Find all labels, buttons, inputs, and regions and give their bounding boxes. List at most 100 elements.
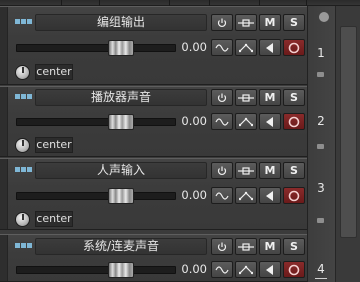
- envelope-button[interactable]: [235, 113, 257, 130]
- wave-button[interactable]: [211, 261, 233, 278]
- track-icon: [15, 167, 35, 175]
- envelope-button[interactable]: [235, 187, 257, 204]
- power-icon: [217, 93, 227, 102]
- envelope-button[interactable]: [235, 261, 257, 278]
- record-icon: [288, 116, 300, 127]
- route-icon: [238, 18, 254, 27]
- track-panel-1: 编组输出 0.00 center M S: [0, 6, 307, 85]
- envelope-button[interactable]: [235, 39, 257, 56]
- record-button[interactable]: [283, 39, 305, 56]
- track-panel-4: 系统/连麦声音 0.00 M S: [0, 234, 307, 282]
- wave-icon: [215, 117, 229, 126]
- track-name[interactable]: 系统/连麦声音: [35, 238, 207, 255]
- mute-button[interactable]: M: [259, 14, 281, 31]
- record-button[interactable]: [283, 187, 305, 204]
- track-icon: [15, 94, 35, 102]
- play-button[interactable]: [259, 187, 281, 204]
- play-icon: [266, 116, 273, 127]
- envelope-icon: [239, 117, 253, 126]
- mute-button[interactable]: M: [259, 238, 281, 255]
- wave-icon: [215, 191, 229, 200]
- pan-value: center: [35, 211, 73, 227]
- volume-value: 0.00: [181, 40, 207, 54]
- solo-button[interactable]: S: [283, 162, 305, 179]
- track-name[interactable]: 播放器声音: [35, 89, 207, 106]
- folder-icon: [317, 72, 324, 77]
- folder-icon: [317, 218, 324, 223]
- collapse-dot-icon[interactable]: [319, 12, 329, 22]
- pan-value: center: [35, 137, 73, 153]
- track-number: 4: [317, 262, 325, 276]
- track-number-cell-2[interactable]: 2: [307, 86, 335, 157]
- volume-value: 0.00: [181, 262, 207, 276]
- power-button[interactable]: [211, 89, 233, 106]
- power-button[interactable]: [211, 162, 233, 179]
- power-icon: [217, 166, 227, 175]
- record-button[interactable]: [283, 113, 305, 130]
- power-icon: [217, 242, 227, 251]
- play-icon: [266, 190, 273, 201]
- record-button[interactable]: [283, 261, 305, 278]
- fader-handle[interactable]: [108, 40, 134, 56]
- pan-knob-icon[interactable]: [15, 138, 30, 153]
- record-icon: [288, 42, 300, 53]
- folder-icon: [317, 144, 324, 149]
- envelope-icon: [239, 43, 253, 52]
- route-button[interactable]: [235, 14, 257, 31]
- solo-button[interactable]: S: [283, 89, 305, 106]
- power-button[interactable]: [211, 14, 233, 31]
- volume-value: 0.00: [181, 188, 207, 202]
- track-panel-3: 人声输入 0.00 center M S: [0, 158, 307, 230]
- volume-fader[interactable]: [16, 118, 176, 126]
- track-panel-2: 播放器声音 0.00 center M S: [0, 86, 307, 157]
- volume-value: 0.00: [181, 114, 207, 128]
- play-button[interactable]: [259, 113, 281, 130]
- track-number: 2: [317, 114, 325, 128]
- volume-fader[interactable]: [16, 44, 176, 52]
- envelope-icon: [239, 265, 253, 274]
- power-icon: [217, 18, 227, 27]
- play-button[interactable]: [259, 39, 281, 56]
- power-button[interactable]: [211, 238, 233, 255]
- track-number: 1: [317, 46, 325, 60]
- scrollbar-thumb[interactable]: [340, 26, 357, 238]
- number-underline: [315, 278, 327, 279]
- route-icon: [238, 93, 254, 102]
- track-number-cell-3[interactable]: 3: [307, 158, 335, 230]
- route-button[interactable]: [235, 89, 257, 106]
- route-button[interactable]: [235, 238, 257, 255]
- mixer-window: 编组输出 0.00 center M S 播放器声音 0.00 center M…: [0, 0, 360, 282]
- pan-knob-icon[interactable]: [15, 65, 30, 80]
- fader-handle[interactable]: [108, 262, 134, 278]
- mute-button[interactable]: M: [259, 162, 281, 179]
- route-button[interactable]: [235, 162, 257, 179]
- track-icon: [15, 19, 35, 27]
- wave-button[interactable]: [211, 113, 233, 130]
- route-icon: [238, 242, 254, 251]
- solo-button[interactable]: S: [283, 238, 305, 255]
- play-icon: [266, 264, 273, 275]
- fader-handle[interactable]: [108, 188, 134, 204]
- mute-button[interactable]: M: [259, 89, 281, 106]
- track-icon: [15, 243, 35, 251]
- track-number: 3: [317, 181, 325, 195]
- fader-handle[interactable]: [108, 114, 134, 130]
- volume-fader[interactable]: [16, 192, 176, 200]
- route-icon: [238, 166, 254, 175]
- wave-button[interactable]: [211, 187, 233, 204]
- wave-button[interactable]: [211, 39, 233, 56]
- wave-icon: [215, 265, 229, 274]
- scrollbar[interactable]: [335, 6, 360, 282]
- record-icon: [288, 264, 300, 275]
- play-button[interactable]: [259, 261, 281, 278]
- volume-fader[interactable]: [16, 266, 176, 274]
- play-icon: [266, 42, 273, 53]
- track-name[interactable]: 编组输出: [35, 14, 207, 31]
- pan-value: center: [35, 64, 73, 80]
- wave-icon: [215, 43, 229, 52]
- pan-knob-icon[interactable]: [15, 212, 30, 227]
- track-name[interactable]: 人声输入: [35, 162, 207, 179]
- solo-button[interactable]: S: [283, 14, 305, 31]
- track-number-cell-4[interactable]: 4: [307, 234, 335, 282]
- envelope-icon: [239, 191, 253, 200]
